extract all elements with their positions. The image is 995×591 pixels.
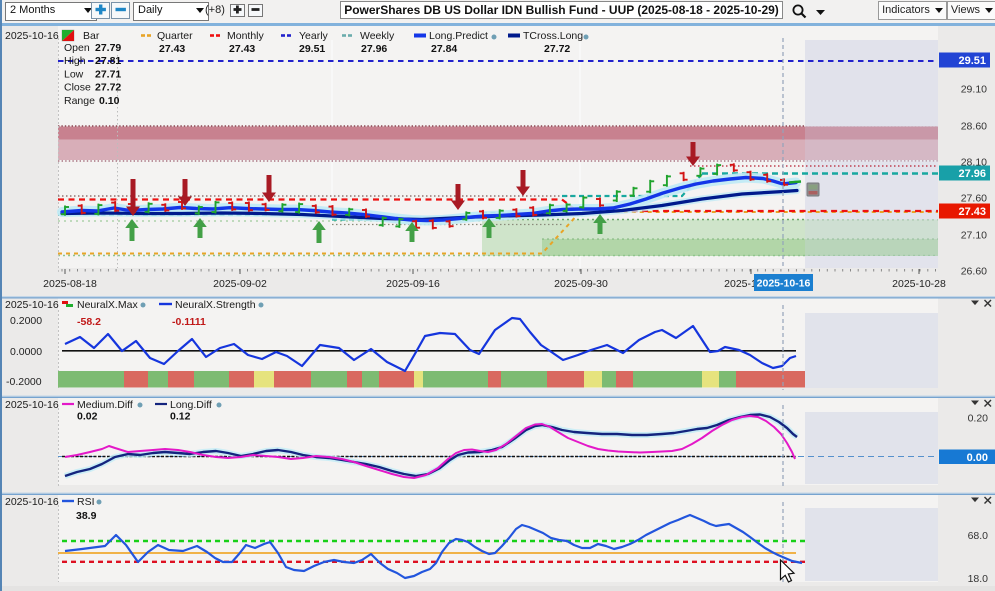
svg-text:Medium.Diff: Medium.Diff (77, 399, 133, 411)
svg-text:68.0: 68.0 (968, 530, 989, 542)
svg-text:27.60: 27.60 (961, 193, 987, 205)
svg-text:2025-10-16: 2025-10-16 (757, 278, 811, 290)
svg-text:28.60: 28.60 (961, 121, 987, 133)
svg-text:27.43: 27.43 (229, 43, 255, 55)
svg-text:2025-10-28: 2025-10-28 (892, 278, 946, 290)
svg-text:NeuralX.Max: NeuralX.Max (77, 299, 138, 311)
svg-text:2025-10-16: 2025-10-16 (5, 496, 59, 508)
svg-text:0.20: 0.20 (968, 413, 989, 425)
svg-text:0.02: 0.02 (77, 411, 98, 423)
svg-text:Yearly: Yearly (299, 30, 329, 42)
svg-text:38.9: 38.9 (76, 510, 97, 522)
svg-text:TCross.Long: TCross.Long (523, 30, 583, 42)
svg-text:2025-09-30: 2025-09-30 (554, 278, 608, 290)
svg-text:27.84: 27.84 (431, 43, 457, 55)
svg-text:0.0000: 0.0000 (10, 346, 42, 358)
svg-text:27.10: 27.10 (961, 230, 987, 242)
svg-text:Weekly: Weekly (360, 30, 395, 42)
svg-text:2025-10-16: 2025-10-16 (5, 399, 59, 411)
svg-text:0.2000: 0.2000 (10, 315, 42, 327)
svg-text:18.0: 18.0 (968, 573, 989, 585)
svg-text:2025-10-16: 2025-10-16 (5, 299, 59, 311)
svg-text:Open: Open (64, 42, 90, 54)
svg-text:Monthly: Monthly (227, 30, 265, 42)
svg-text:Long.Diff: Long.Diff (170, 399, 212, 411)
svg-text:Quarter: Quarter (157, 30, 193, 42)
svg-text:0.12: 0.12 (170, 411, 191, 423)
svg-text:27.96: 27.96 (958, 168, 986, 180)
svg-text:27.43: 27.43 (159, 43, 185, 55)
svg-text:27.71: 27.71 (95, 68, 121, 80)
svg-text:2025-09-16: 2025-09-16 (386, 278, 440, 290)
svg-text:-58.2: -58.2 (77, 316, 101, 328)
svg-text:0.10: 0.10 (99, 95, 120, 107)
svg-text:2025-08-18: 2025-08-18 (43, 278, 97, 290)
svg-text:26.60: 26.60 (961, 266, 987, 278)
svg-text:29.51: 29.51 (958, 55, 986, 67)
svg-text:29.51: 29.51 (299, 43, 325, 55)
svg-text:27.81: 27.81 (95, 55, 121, 67)
svg-text:27.79: 27.79 (95, 42, 121, 54)
svg-text:29.10: 29.10 (961, 84, 987, 96)
svg-text:Range: Range (64, 95, 95, 107)
svg-text:Close: Close (64, 82, 91, 94)
svg-text:27.72: 27.72 (95, 82, 121, 94)
svg-text:RSI: RSI (77, 496, 95, 508)
svg-text:27.72: 27.72 (544, 43, 570, 55)
svg-text:-0.1111: -0.1111 (172, 316, 206, 328)
svg-text:Long.Predict: Long.Predict (429, 30, 488, 42)
svg-text:-0.2000: -0.2000 (6, 376, 42, 388)
svg-text:2025-10-16: 2025-10-16 (5, 30, 59, 42)
svg-text:NeuralX.Strength: NeuralX.Strength (175, 299, 256, 311)
svg-text:Low: Low (64, 68, 84, 80)
svg-text:Bar: Bar (83, 30, 100, 42)
svg-text:2025-09-02: 2025-09-02 (213, 278, 267, 290)
svg-text:27.96: 27.96 (361, 43, 387, 55)
svg-text:High: High (64, 55, 86, 67)
svg-text:27.43: 27.43 (958, 206, 986, 218)
svg-text:0.00: 0.00 (967, 452, 988, 464)
